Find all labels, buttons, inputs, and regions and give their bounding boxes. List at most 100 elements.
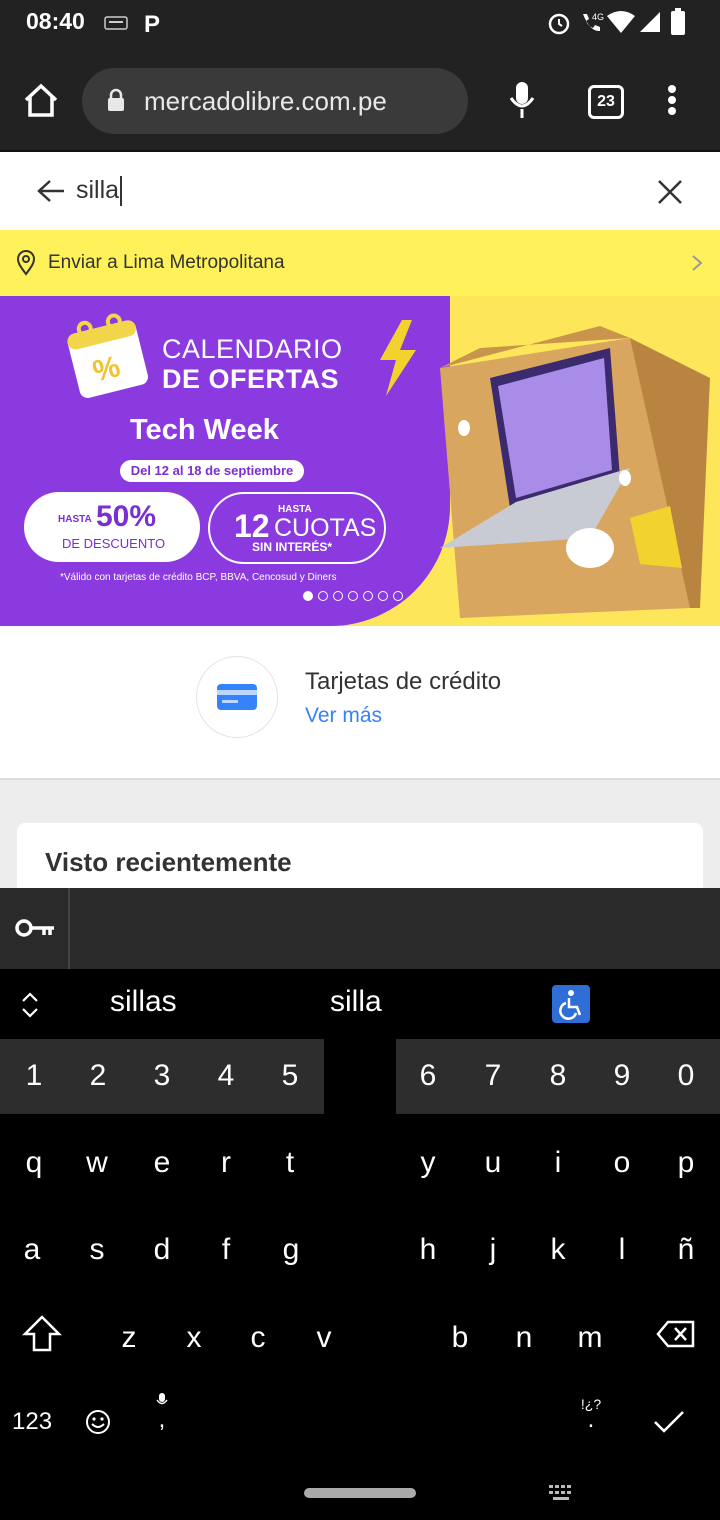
key-keyboard.numbers_left3[interactable]: 4 (196, 1059, 256, 1093)
key-keyboard.numbers_right2[interactable]: 8 (528, 1059, 588, 1093)
keyboard-key[interactable]: d (132, 1233, 192, 1267)
shift-icon[interactable] (22, 1314, 62, 1354)
keyboard-key[interactable]: r (196, 1146, 256, 1180)
keyboard-key[interactable]: m (560, 1321, 620, 1355)
key-keyboard.numbers_left1[interactable]: 2 (68, 1059, 128, 1093)
keyboard-key[interactable]: ñ (656, 1233, 716, 1267)
banner-dates: Del 12 al 18 de septiembre (120, 460, 304, 482)
battery-icon (671, 8, 685, 35)
keyboard-key[interactable]: f (196, 1233, 256, 1267)
key-keyboard.numbers_left4[interactable]: 5 (260, 1059, 320, 1093)
carousel-dot[interactable] (348, 591, 358, 601)
keyboard-key[interactable]: u (463, 1146, 523, 1180)
recently-viewed-card: Visto recientemente (17, 823, 703, 888)
more-menu-icon[interactable] (664, 84, 680, 118)
banner-title-line2: DE OFERTAS (162, 364, 340, 394)
wifi-icon (607, 11, 635, 33)
search-input[interactable]: silla (76, 176, 123, 207)
number-row-right: 67890 (396, 1039, 720, 1114)
offer2-word: CUOTAS (274, 514, 377, 542)
carousel-dot[interactable] (303, 591, 313, 601)
keyboard-key[interactable]: v (294, 1321, 354, 1355)
tab-switcher-button[interactable]: 23 (588, 85, 624, 119)
address-bar[interactable]: mercadolibre.com.pe (82, 68, 468, 134)
suggestion-1[interactable]: sillas (110, 985, 177, 1019)
wheelchair-emoji-icon[interactable] (552, 985, 590, 1023)
keyboard-key[interactable]: y (398, 1146, 458, 1180)
search-bar: silla (0, 150, 720, 230)
back-arrow-icon[interactable] (36, 178, 66, 204)
key-keyboard.numbers_left0[interactable]: 1 (4, 1059, 64, 1093)
keyboard-key[interactable]: x (164, 1321, 224, 1355)
carousel-dot[interactable] (363, 591, 373, 601)
offer2-suffix: SIN INTERÉS* (252, 540, 333, 554)
keyboard-key[interactable]: e (132, 1146, 192, 1180)
comma-key[interactable]: , (150, 1392, 174, 1433)
keyboard-key[interactable]: w (67, 1146, 127, 1180)
checkmark-enter-icon[interactable] (652, 1408, 686, 1436)
status-bar: 08:40 P 4G (0, 0, 720, 48)
lightning-icon (380, 320, 416, 396)
promo-banner[interactable]: % CALENDARIO DE OFERTAS Tech Week Del 12… (0, 296, 720, 626)
keyboard-switch-icon[interactable] (548, 1484, 576, 1502)
chevron-right-icon (692, 255, 703, 271)
keyboard-key[interactable]: i (528, 1146, 588, 1180)
keyboard-key[interactable]: n (494, 1321, 554, 1355)
keyboard-key[interactable]: l (592, 1233, 652, 1267)
suggestion-strip: sillas silla (0, 969, 720, 1039)
credit-card-icon-circle (196, 656, 278, 738)
ver-mas-link[interactable]: Ver más (305, 704, 382, 728)
credit-card-section[interactable]: Tarjetas de crédito Ver más (0, 626, 720, 780)
keyboard-key[interactable]: g (261, 1233, 321, 1267)
backspace-icon[interactable] (656, 1320, 696, 1348)
calendar-percent-icon: % (67, 313, 149, 398)
key-keyboard.numbers_right1[interactable]: 7 (463, 1059, 523, 1093)
keyboard-toolbar (0, 888, 720, 969)
keyboard-key[interactable]: k (528, 1233, 588, 1267)
keyboard-key[interactable]: t (260, 1146, 320, 1180)
lock-icon (108, 88, 124, 111)
installments-offer: HASTA 12 CUOTAS SIN INTERÉS* (208, 492, 386, 564)
discount-offer: HASTA 50% DE DESCUENTO (24, 492, 200, 562)
browser-toolbar: mercadolibre.com.pe 23 (0, 48, 720, 150)
banner-disclaimer: *Válido con tarjetas de crédito BCP, BBV… (60, 572, 337, 583)
keyboard-key[interactable]: c (228, 1321, 288, 1355)
comma-label: , (158, 1406, 166, 1433)
svg-text:P: P (144, 11, 160, 36)
period-key[interactable]: !¿? . (576, 1396, 606, 1432)
carousel-dot[interactable] (378, 591, 388, 601)
space-bar[interactable] (178, 1380, 578, 1460)
toolbar-divider (68, 888, 70, 969)
key-keyboard.numbers_right0[interactable]: 6 (398, 1059, 458, 1093)
gesture-nav-pill[interactable] (304, 1488, 416, 1498)
location-bar[interactable]: Enviar a Lima Metropolitana (0, 230, 720, 296)
offer1-suffix: DE DESCUENTO (62, 536, 166, 551)
expand-suggestions-icon[interactable] (20, 991, 40, 1019)
symbols-key[interactable]: 123 (12, 1408, 52, 1436)
key-keyboard.numbers_right4[interactable]: 0 (656, 1059, 716, 1093)
banner-subtitle: Tech Week (130, 414, 279, 446)
location-label: Enviar a Lima Metropolitana (48, 252, 285, 273)
keyboard-key[interactable]: h (398, 1233, 458, 1267)
keyboard-key[interactable]: o (592, 1146, 652, 1180)
keyboard-key[interactable]: j (463, 1233, 523, 1267)
carousel-dot[interactable] (333, 591, 343, 601)
clear-icon[interactable] (656, 178, 684, 206)
keyboard-key[interactable]: q (4, 1146, 64, 1180)
mic-icon[interactable] (508, 80, 536, 120)
keyboard-key[interactable]: a (2, 1233, 62, 1267)
text-caret (120, 176, 123, 207)
carousel-dot[interactable] (318, 591, 328, 601)
url-text: mercadolibre.com.pe (144, 86, 387, 116)
keyboard-key[interactable]: z (99, 1321, 159, 1355)
emoji-icon[interactable] (84, 1408, 112, 1436)
carousel-dot[interactable] (393, 591, 403, 601)
home-icon[interactable] (22, 82, 60, 118)
keyboard-key[interactable]: p (656, 1146, 716, 1180)
keyboard-key[interactable]: b (430, 1321, 490, 1355)
password-key-icon[interactable] (14, 916, 56, 940)
keyboard-key[interactable]: s (67, 1233, 127, 1267)
key-keyboard.numbers_left2[interactable]: 3 (132, 1059, 192, 1093)
suggestion-2[interactable]: silla (330, 985, 382, 1019)
key-keyboard.numbers_right3[interactable]: 9 (592, 1059, 652, 1093)
